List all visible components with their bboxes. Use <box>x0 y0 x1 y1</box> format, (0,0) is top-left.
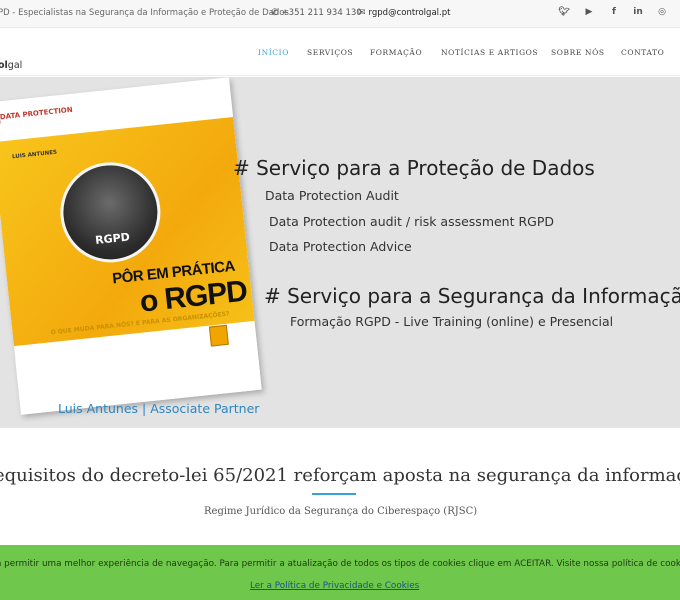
publisher-seal-icon <box>208 324 229 347</box>
envelope-icon: ✉ <box>358 8 366 18</box>
service-heading-data-protection: # Serviço para a Proteção de Dados <box>233 156 595 180</box>
phone-icon: ✆ <box>271 8 279 18</box>
site-header: olgal INÍCIO SERVIÇOS FORMAÇÃO NOTÍCIAS … <box>0 28 680 76</box>
youtube-icon[interactable]: ▶ <box>582 7 596 17</box>
service-heading-information-security: # Serviço para a Segurança da Informação <box>264 284 680 308</box>
service-item: Data Protection Advice <box>269 239 412 254</box>
email-address: rgpd@controlgal.pt <box>368 8 451 18</box>
nav-inicio[interactable]: INÍCIO <box>258 48 289 57</box>
service-item: Data Protection audit / risk assessment … <box>269 214 555 229</box>
title-divider <box>312 493 356 495</box>
nav-formacao[interactable]: FORMAÇÃO <box>370 48 422 57</box>
book-cover-image: DATA PROTECTION LUIS ANTUNES RGPD PÔR EM… <box>0 77 262 415</box>
linkedin-icon[interactable]: in <box>631 7 645 17</box>
twitter-icon[interactable]: 🐦︎ <box>557 7 571 17</box>
article-title[interactable]: equisitos do decreto-lei 65/2021 reforça… <box>0 465 680 486</box>
site-logo[interactable]: olgal <box>0 60 22 71</box>
service-item: Formação RGPD - Live Training (online) e… <box>290 314 614 329</box>
instagram-icon[interactable]: ◎ <box>655 7 669 17</box>
site-tagline: PD - Especialistas na Segurança da Infor… <box>0 8 289 18</box>
book-brand: DATA PROTECTION <box>0 105 74 122</box>
nav-servicos[interactable]: SERVIÇOS <box>307 48 353 57</box>
email-contact[interactable]: ✉ rgpd@controlgal.pt <box>358 8 450 18</box>
nav-contato[interactable]: CONTATO <box>621 48 664 57</box>
article-subtitle: Regime Jurídico da Segurança do Ciberesp… <box>204 506 478 517</box>
service-item: Data Protection Audit <box>265 188 399 203</box>
nav-sobre-nos[interactable]: SOBRE NÓS <box>551 48 605 57</box>
logo-rest: gal <box>7 60 23 71</box>
nav-noticias-e-artigos[interactable]: NOTÍCIAS E ARTIGOS <box>441 48 538 57</box>
facebook-icon[interactable]: f <box>607 7 621 17</box>
logo-bold-part: ol <box>0 60 8 71</box>
phone-number: +351 211 934 130 <box>281 8 362 18</box>
cookie-message: a permitir uma melhor experiência de nav… <box>0 559 680 569</box>
phone-contact[interactable]: ✆ +351 211 934 130 <box>271 8 362 18</box>
book-author-caption[interactable]: Luis Antunes | Associate Partner <box>58 401 259 416</box>
top-bar: PD - Especialistas na Segurança da Infor… <box>0 0 680 28</box>
cookie-banner: a permitir uma melhor experiência de nav… <box>0 545 680 600</box>
hero-banner: DATA PROTECTION LUIS ANTUNES RGPD PÔR EM… <box>0 77 680 428</box>
privacy-policy-link[interactable]: Ler a Política de Privacidade e Cookies <box>250 581 419 591</box>
